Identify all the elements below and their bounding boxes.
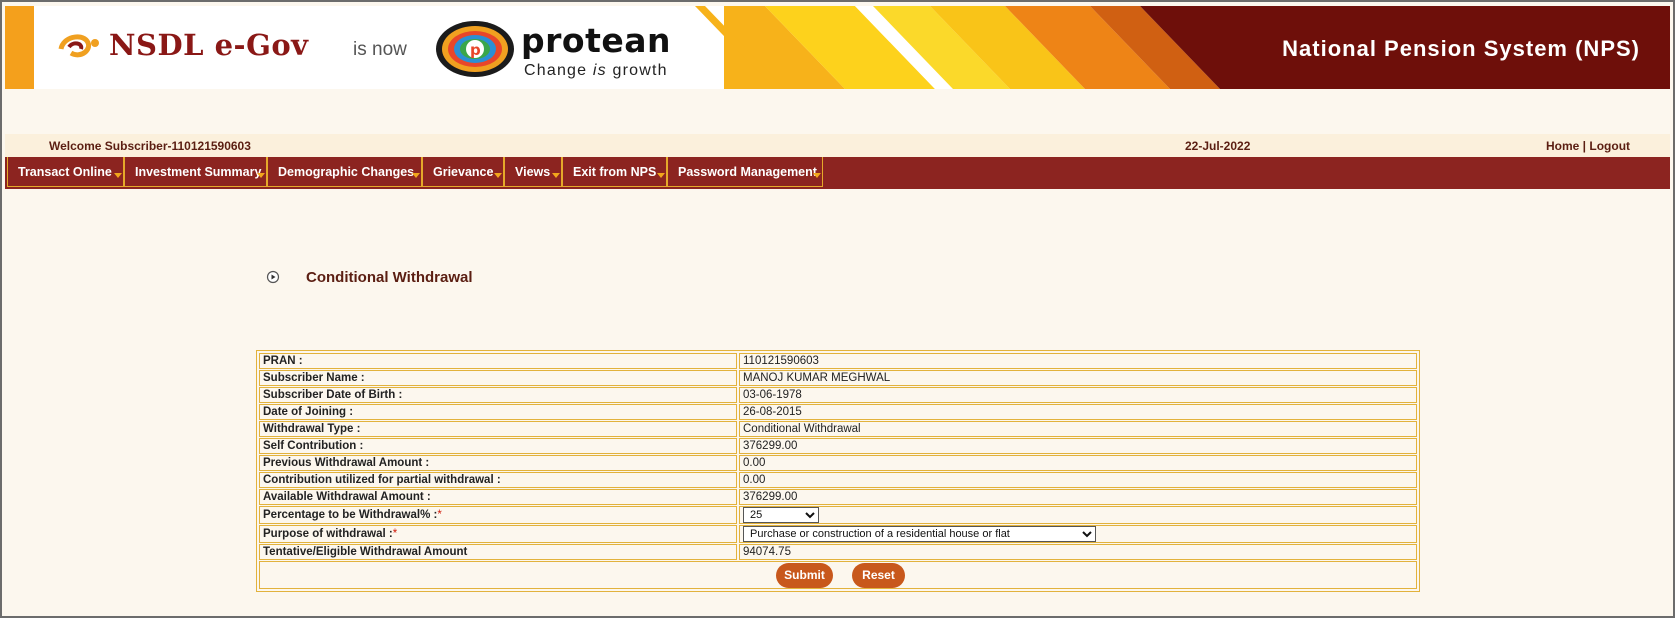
logout-link[interactable]: Logout bbox=[1589, 139, 1630, 153]
chevron-down-icon bbox=[412, 173, 420, 178]
row-label-dob: Subscriber Date of Birth : bbox=[259, 387, 737, 403]
chevron-down-icon bbox=[657, 173, 665, 178]
button-row: Submit Reset bbox=[259, 561, 1417, 589]
chevron-down-icon bbox=[494, 173, 502, 178]
nsdl-brand: NSDL e-Gov bbox=[109, 28, 309, 62]
chevron-down-icon bbox=[114, 173, 122, 178]
row-value-withdrawal-type: Conditional Withdrawal bbox=[739, 421, 1417, 437]
link-separator: | bbox=[1579, 139, 1590, 153]
nsdl-logo-icon bbox=[58, 34, 99, 58]
menu-investment-summary[interactable]: Investment Summary bbox=[124, 157, 267, 187]
row-label-subscriber-name: Subscriber Name : bbox=[259, 370, 737, 386]
table-row: Percentage to be Withdrawal% : * 25 bbox=[259, 506, 1417, 524]
protean-tagline: Change is growth bbox=[524, 62, 668, 79]
welcome-text: Welcome Subscriber-110121590603 bbox=[49, 139, 251, 153]
row-value-purpose: Purchase or construction of a residentia… bbox=[739, 525, 1417, 543]
row-label-pran: PRAN : bbox=[259, 353, 737, 369]
circle-arrow-icon bbox=[266, 270, 280, 284]
system-title: National Pension System (NPS) bbox=[1282, 36, 1640, 61]
row-label-purpose: Purpose of withdrawal : * bbox=[259, 525, 737, 543]
menu-grievance[interactable]: Grievance bbox=[422, 157, 504, 187]
withdrawal-form: PRAN : 110121590603 Subscriber Name : MA… bbox=[256, 350, 1420, 592]
browser-frame: NSDL e-Gov is now p protean Change is gr… bbox=[0, 0, 1675, 618]
current-date: 22-Jul-2022 bbox=[1185, 139, 1251, 153]
row-label-withdrawal-type: Withdrawal Type : bbox=[259, 421, 737, 437]
protean-logo-icon: p bbox=[436, 21, 514, 77]
banner-left-strip bbox=[5, 6, 34, 89]
menu-transact-online[interactable]: Transact Online bbox=[7, 157, 124, 187]
menu-exit-from-nps[interactable]: Exit from NPS bbox=[562, 157, 667, 187]
table-row: Previous Withdrawal Amount : 0.00 bbox=[259, 455, 1417, 471]
row-value-previous-withdrawal: 0.00 bbox=[739, 455, 1417, 471]
row-value-pran: 110121590603 bbox=[739, 353, 1417, 369]
table-row: Contribution utilized for partial withdr… bbox=[259, 472, 1417, 488]
menu-password-management[interactable]: Password Management bbox=[667, 157, 823, 187]
row-label-date-of-joining: Date of Joining : bbox=[259, 404, 737, 420]
main-menu: Transact Online Investment Summary Demog… bbox=[5, 157, 1670, 189]
menu-views[interactable]: Views bbox=[504, 157, 562, 187]
table-row: Withdrawal Type : Conditional Withdrawal bbox=[259, 421, 1417, 437]
chevron-down-icon bbox=[257, 173, 265, 178]
row-value-dob: 03-06-1978 bbox=[739, 387, 1417, 403]
welcome-bar: Welcome Subscriber-110121590603 22-Jul-2… bbox=[5, 134, 1670, 157]
row-label-eligible-amount: Tentative/Eligible Withdrawal Amount bbox=[259, 544, 737, 560]
reset-button[interactable]: Reset bbox=[852, 563, 905, 588]
menu-demographic-changes[interactable]: Demographic Changes bbox=[267, 157, 422, 187]
purpose-select[interactable]: Purchase or construction of a residentia… bbox=[743, 526, 1096, 542]
row-label-contribution-utilized: Contribution utilized for partial withdr… bbox=[259, 472, 737, 488]
row-label-self-contribution: Self Contribution : bbox=[259, 438, 737, 454]
row-value-percentage: 25 bbox=[739, 506, 1417, 524]
table-row: Available Withdrawal Amount : 376299.00 bbox=[259, 489, 1417, 505]
percentage-select[interactable]: 25 bbox=[743, 507, 819, 523]
top-links: Home | Logout bbox=[1546, 139, 1630, 153]
row-label-previous-withdrawal: Previous Withdrawal Amount : bbox=[259, 455, 737, 471]
row-value-subscriber-name: MANOJ KUMAR MEGHWAL bbox=[739, 370, 1417, 386]
chevron-down-icon bbox=[813, 173, 821, 178]
table-row: Date of Joining : 26-08-2015 bbox=[259, 404, 1417, 420]
protean-brand: protean bbox=[521, 21, 671, 60]
row-value-eligible-amount: 94074.75 bbox=[739, 544, 1417, 560]
table-row: Purpose of withdrawal : * Purchase or con… bbox=[259, 525, 1417, 543]
chevron-down-icon bbox=[552, 173, 560, 178]
row-value-date-of-joining: 26-08-2015 bbox=[739, 404, 1417, 420]
table-row: PRAN : 110121590603 bbox=[259, 353, 1417, 369]
submit-button[interactable]: Submit bbox=[776, 563, 833, 588]
required-marker: * bbox=[392, 528, 398, 540]
table-row: Self Contribution : 376299.00 bbox=[259, 438, 1417, 454]
svg-text:p: p bbox=[470, 41, 481, 59]
page-title: Conditional Withdrawal bbox=[306, 269, 473, 286]
row-label-percentage: Percentage to be Withdrawal% : * bbox=[259, 506, 737, 524]
row-label-available-withdrawal: Available Withdrawal Amount : bbox=[259, 489, 737, 505]
table-row: Subscriber Date of Birth : 03-06-1978 bbox=[259, 387, 1417, 403]
row-value-contribution-utilized: 0.00 bbox=[739, 472, 1417, 488]
table-row: Tentative/Eligible Withdrawal Amount 940… bbox=[259, 544, 1417, 560]
row-value-self-contribution: 376299.00 bbox=[739, 438, 1417, 454]
header-banner: NSDL e-Gov is now p protean Change is gr… bbox=[5, 6, 1670, 89]
required-marker: * bbox=[437, 509, 442, 521]
is-now-text: is now bbox=[353, 39, 407, 60]
row-value-available-withdrawal: 376299.00 bbox=[739, 489, 1417, 505]
home-link[interactable]: Home bbox=[1546, 139, 1579, 153]
table-row: Subscriber Name : MANOJ KUMAR MEGHWAL bbox=[259, 370, 1417, 386]
